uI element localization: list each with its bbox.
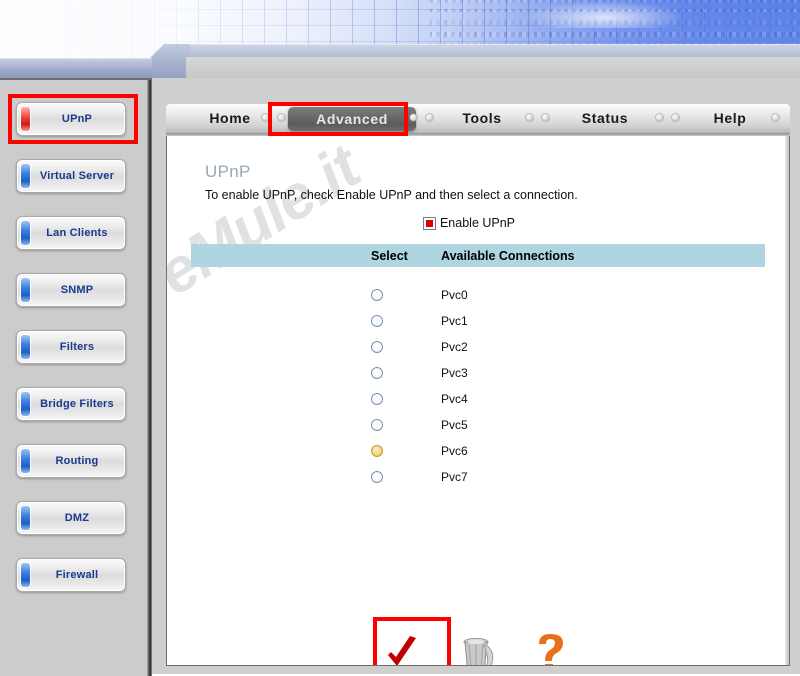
connection-label: Pvc6 bbox=[441, 444, 468, 458]
sidebar-item-upnp[interactable]: UPnP bbox=[16, 102, 126, 136]
sidebar-item-firewall[interactable]: Firewall bbox=[16, 558, 126, 592]
sidebar: UPnP Virtual Server Lan Clients SNMP Fil… bbox=[0, 78, 152, 676]
nav-tab-bar: Home Advanced Tools Status Help bbox=[166, 104, 790, 136]
apply-button[interactable]: Apply bbox=[367, 618, 437, 665]
connections-table-header: Select Available Connections bbox=[191, 244, 765, 267]
sidebar-item-lan-clients[interactable]: Lan Clients bbox=[16, 216, 126, 250]
radio-pvc2[interactable] bbox=[371, 341, 383, 353]
chrome-bar-diagonal bbox=[150, 44, 190, 78]
sidebar-indicator-icon bbox=[21, 392, 30, 416]
connection-label: Pvc5 bbox=[441, 418, 468, 432]
page-description: To enable UPnP, check Enable UPnP and th… bbox=[205, 188, 578, 202]
help-button[interactable]: Help bbox=[517, 618, 587, 665]
sidebar-indicator-icon bbox=[21, 221, 30, 245]
sidebar-item-label: Firewall bbox=[55, 569, 99, 581]
page-body: UPnP Virtual Server Lan Clients SNMP Fil… bbox=[0, 78, 800, 676]
sidebar-item-virtual-server[interactable]: Virtual Server bbox=[16, 159, 126, 193]
enable-upnp-checkbox[interactable] bbox=[422, 216, 436, 230]
checkbox-checked-icon bbox=[425, 219, 433, 227]
connection-label: Pvc2 bbox=[441, 340, 468, 354]
sidebar-item-bridge-filters[interactable]: Bridge Filters bbox=[16, 387, 126, 421]
sidebar-indicator-icon bbox=[21, 278, 30, 302]
sidebar-item-label: SNMP bbox=[60, 284, 94, 296]
tab-help[interactable]: Help bbox=[680, 104, 780, 131]
table-row[interactable]: Pvc7 bbox=[191, 464, 765, 490]
table-row[interactable]: Pvc2 bbox=[191, 334, 765, 360]
connection-label: Pvc1 bbox=[441, 314, 468, 328]
trashcan-icon bbox=[459, 631, 501, 665]
sidebar-indicator-icon bbox=[21, 506, 30, 530]
sidebar-indicator-icon bbox=[21, 449, 30, 473]
sidebar-item-label: Filters bbox=[59, 341, 95, 353]
table-row[interactable]: Pvc5 bbox=[191, 412, 765, 438]
chrome-bar-left bbox=[0, 58, 152, 78]
radio-pvc6[interactable] bbox=[371, 445, 383, 457]
question-mark-icon bbox=[535, 631, 569, 665]
sidebar-item-snmp[interactable]: SNMP bbox=[16, 273, 126, 307]
radio-pvc0[interactable] bbox=[371, 289, 383, 301]
tab-separator-icon bbox=[526, 114, 533, 121]
tab-separator-icon bbox=[262, 114, 269, 121]
tab-separator-icon bbox=[772, 114, 779, 121]
radio-pvc3[interactable] bbox=[371, 367, 383, 379]
tab-separator-icon bbox=[278, 114, 285, 121]
checkmark-icon bbox=[383, 631, 421, 665]
tab-advanced[interactable]: Advanced bbox=[288, 107, 416, 131]
sidebar-item-label: Bridge Filters bbox=[40, 398, 114, 410]
enable-upnp-label: Enable UPnP bbox=[439, 216, 516, 230]
tab-separator-icon bbox=[672, 114, 679, 121]
cancel-button[interactable]: Cancel bbox=[445, 618, 515, 665]
sidebar-item-dmz[interactable]: DMZ bbox=[16, 501, 126, 535]
table-row[interactable]: Pvc3 bbox=[191, 360, 765, 386]
sidebar-item-routing[interactable]: Routing bbox=[16, 444, 126, 478]
sidebar-item-label: Lan Clients bbox=[46, 227, 108, 239]
table-row[interactable]: Pvc0 bbox=[191, 282, 765, 308]
window-chrome-step bbox=[0, 0, 800, 78]
enable-upnp-row[interactable]: Enable UPnP bbox=[167, 216, 771, 230]
radio-pvc5[interactable] bbox=[371, 419, 383, 431]
sidebar-item-label: Routing bbox=[55, 455, 99, 467]
connection-label: Pvc7 bbox=[441, 470, 468, 484]
sidebar-indicator-icon bbox=[21, 563, 30, 587]
sidebar-indicator-icon bbox=[21, 164, 30, 188]
table-row[interactable]: Pvc1 bbox=[191, 308, 765, 334]
connection-label: Pvc0 bbox=[441, 288, 468, 302]
tab-separator-icon bbox=[542, 114, 549, 121]
tab-status[interactable]: Status bbox=[550, 104, 660, 131]
content-right-edge bbox=[785, 136, 789, 665]
radio-pvc1[interactable] bbox=[371, 315, 383, 327]
page-title: UPnP bbox=[205, 162, 251, 181]
sidebar-item-label: Virtual Server bbox=[39, 170, 115, 182]
sidebar-item-filters[interactable]: Filters bbox=[16, 330, 126, 364]
radio-pvc7[interactable] bbox=[371, 471, 383, 483]
table-row[interactable]: Pvc6 bbox=[191, 438, 765, 464]
tab-separator-icon bbox=[656, 114, 663, 121]
column-header-available-connections: Available Connections bbox=[441, 248, 575, 263]
tab-tools[interactable]: Tools bbox=[432, 104, 532, 131]
chrome-bar-right-lower bbox=[186, 57, 800, 78]
table-row[interactable]: Pvc4 bbox=[191, 386, 765, 412]
sidebar-item-label: DMZ bbox=[64, 512, 90, 524]
action-button-group: Apply Cancel bbox=[367, 618, 607, 665]
main-panel: Home Advanced Tools Status Help eMule.it… bbox=[152, 78, 800, 674]
content-panel: eMule.it UPnP To enable UPnP, check Enab… bbox=[166, 136, 790, 666]
sidebar-item-label: UPnP bbox=[61, 113, 93, 125]
radio-pvc4[interactable] bbox=[371, 393, 383, 405]
tab-separator-icon bbox=[410, 114, 417, 121]
top-banner bbox=[0, 0, 800, 78]
sidebar-indicator-icon bbox=[21, 335, 30, 359]
connection-label: Pvc4 bbox=[441, 392, 468, 406]
connection-label: Pvc3 bbox=[441, 366, 468, 380]
sidebar-indicator-icon bbox=[21, 107, 30, 131]
